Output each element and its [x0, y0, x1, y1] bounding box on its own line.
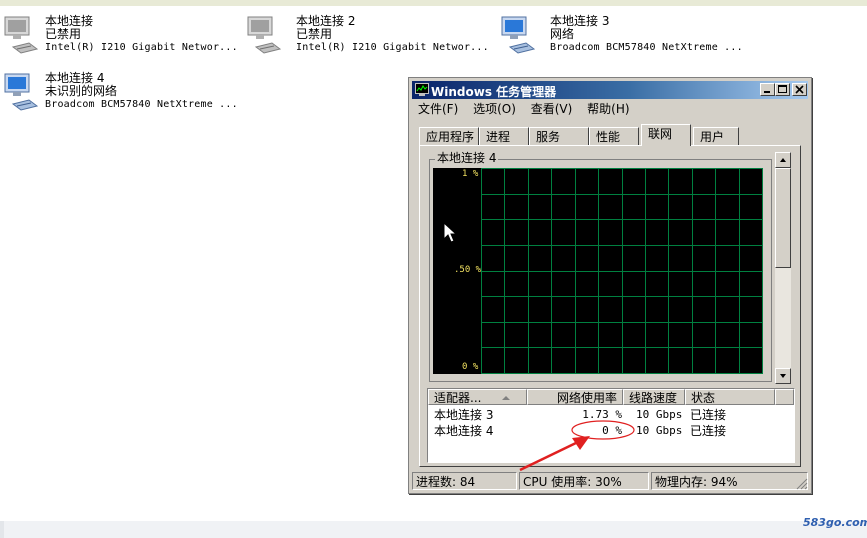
close-icon	[795, 85, 804, 94]
task-manager-icon	[415, 83, 429, 96]
graph-grid	[481, 168, 763, 374]
col-adapter-label: 适配器...	[434, 391, 482, 405]
mouse-cursor-icon	[443, 222, 458, 243]
resize-grip-icon[interactable]	[796, 478, 808, 490]
cell-adapter: 本地连接 4	[434, 424, 494, 438]
connection-status: 已禁用	[45, 27, 82, 41]
table-row[interactable]: 本地连接 4 0 % 10 Gbps 已连接	[428, 423, 794, 439]
status-cpu: CPU 使用率: 30%	[519, 472, 649, 490]
tab-processes[interactable]: 进程	[479, 127, 529, 145]
network-connected-icon	[4, 73, 39, 111]
network-usage-graph: 1 % .50 % 0 %	[433, 168, 763, 374]
cell-speed: 10 Gbps	[636, 424, 683, 437]
table-row[interactable]: 本地连接 3 1.73 % 10 Gbps 已连接	[428, 407, 794, 423]
cell-speed: 10 Gbps	[636, 408, 683, 421]
connection-name: 本地连接 3	[550, 14, 610, 28]
tab-performance[interactable]: 性能	[589, 127, 639, 145]
network-connected-icon	[501, 16, 536, 54]
connection-status: 已禁用	[296, 27, 333, 41]
menu-help[interactable]: 帮助(H)	[587, 100, 629, 118]
connection-status: 未识别的网络	[45, 84, 118, 98]
menu-file[interactable]: 文件(F)	[418, 100, 458, 118]
minimize-button[interactable]	[760, 83, 775, 96]
y-label-mid: .50 %	[454, 265, 482, 275]
tab-networking[interactable]: 联网	[641, 124, 691, 146]
tab-services[interactable]: 服务	[529, 127, 589, 145]
task-manager-window[interactable]: Windows 任务管理器 文件(F) 选项(O) 查看(V) 帮助(H) 应用…	[408, 77, 812, 494]
arrow-up-icon	[780, 158, 786, 162]
arrow-down-icon	[780, 374, 786, 378]
group-title: 本地连接 4	[435, 151, 499, 165]
scroll-down-button[interactable]	[775, 368, 791, 384]
network-disabled-icon	[4, 16, 39, 54]
menu-bar: 文件(F) 选项(O) 查看(V) 帮助(H)	[413, 100, 636, 118]
adapter-table[interactable]: 适配器... 网络使用率 线路速度 状态 本地连接 3 1.73 % 10 Gb…	[427, 388, 795, 463]
bottom-strip	[0, 521, 867, 538]
table-header: 适配器... 网络使用率 线路速度 状态	[428, 389, 794, 405]
menu-view[interactable]: 查看(V)	[531, 100, 573, 118]
connection-status: 网络	[550, 27, 575, 41]
tab-users[interactable]: 用户	[693, 127, 739, 145]
status-processes: 进程数: 84	[412, 472, 517, 490]
status-memory: 物理内存: 94%	[651, 472, 808, 490]
col-speed[interactable]: 线路速度	[623, 389, 685, 405]
tab-applications[interactable]: 应用程序	[419, 127, 479, 145]
title-bar[interactable]: Windows 任务管理器	[412, 81, 808, 99]
col-status[interactable]: 状态	[685, 389, 775, 405]
connection-device: Broadcom BCM57840 NetXtreme ...	[45, 99, 238, 110]
top-strip	[0, 0, 867, 6]
scroll-thumb[interactable]	[775, 168, 791, 268]
scroll-up-button[interactable]	[775, 152, 791, 168]
y-label-top: 1 %	[462, 169, 479, 179]
cell-adapter: 本地连接 3	[434, 408, 494, 422]
network-disabled-icon	[247, 16, 282, 54]
window-title: Windows 任务管理器	[431, 85, 557, 99]
maximize-icon	[778, 85, 787, 93]
sort-ascending-icon	[502, 396, 510, 400]
cell-status: 已连接	[690, 408, 727, 422]
col-filler	[775, 389, 794, 405]
minimize-icon	[764, 91, 770, 93]
col-adapter[interactable]: 适配器...	[428, 389, 527, 405]
cell-usage: 0 %	[602, 424, 622, 437]
cell-usage: 1.73 %	[582, 408, 622, 421]
status-bar: 进程数: 84 CPU 使用率: 30% 物理内存: 94%	[412, 472, 808, 490]
watermark: 583go.com	[803, 516, 867, 529]
menu-options[interactable]: 选项(O)	[473, 100, 516, 118]
connection-device: Broadcom BCM57840 NetXtreme ...	[550, 42, 743, 53]
graph-scrollbar[interactable]	[775, 152, 791, 384]
y-label-bottom: 0 %	[462, 362, 479, 372]
connection-device: Intel(R) I210 Gigabit Networ...	[45, 42, 238, 53]
cell-status: 已连接	[690, 424, 727, 438]
tab-strip: 应用程序 进程 服务 性能 联网 用户	[419, 124, 799, 146]
col-usage[interactable]: 网络使用率	[527, 389, 623, 405]
maximize-button[interactable]	[775, 83, 790, 96]
close-button[interactable]	[792, 83, 807, 96]
connection-device: Intel(R) I210 Gigabit Networ...	[296, 42, 489, 53]
